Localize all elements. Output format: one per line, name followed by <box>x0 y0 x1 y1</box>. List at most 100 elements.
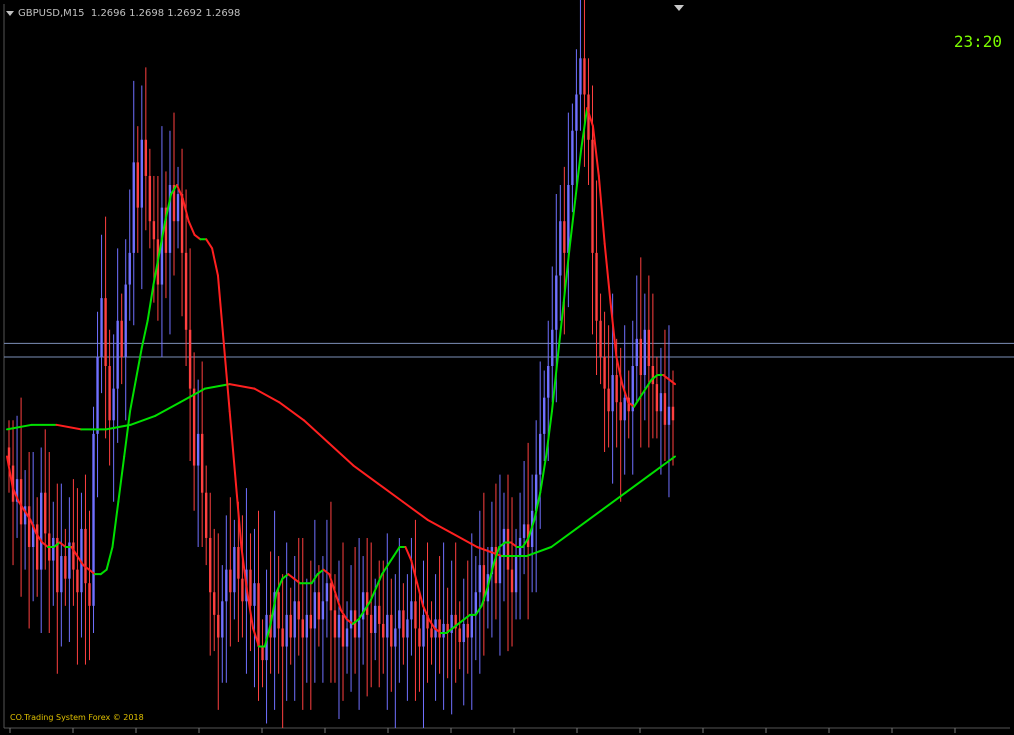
candle-body <box>64 556 67 579</box>
candlesticks <box>7 0 675 728</box>
candle-body <box>229 569 232 593</box>
candle-body <box>237 547 240 579</box>
candle-body <box>19 479 23 525</box>
candle-body <box>374 605 377 633</box>
candle-body <box>301 619 304 638</box>
candle-body <box>297 601 300 620</box>
ma-fast-segment <box>146 283 155 322</box>
candle-body <box>120 320 123 357</box>
candle-body <box>599 320 602 357</box>
candle-body <box>663 393 667 425</box>
candle-body <box>209 537 212 593</box>
ma-slow-segment <box>550 527 578 548</box>
ma-slow-segment <box>575 509 602 530</box>
candle-body <box>522 524 526 538</box>
candle-body <box>225 569 228 602</box>
ma-fast-segment <box>111 500 120 548</box>
candle-body <box>563 221 566 253</box>
candle-body <box>281 628 284 647</box>
candle-body <box>277 592 280 629</box>
candle-body <box>136 162 139 208</box>
candle-body <box>506 528 510 570</box>
ma-slow-segment <box>278 401 305 422</box>
ma-slow-segment <box>253 387 281 404</box>
candle-body <box>619 402 622 421</box>
ma-fast-segment <box>322 568 331 576</box>
moving-averages <box>6 107 676 648</box>
ma-slow-segment <box>154 401 182 417</box>
ma-fast-segment <box>603 242 612 304</box>
chart-window[interactable]: GBPUSD,M15 1.2696 1.2698 1.2692 1.2698 2… <box>0 0 1014 735</box>
candle-body <box>470 614 473 638</box>
candle-body <box>241 578 244 602</box>
candle-body <box>253 583 256 606</box>
ma-fast-segment <box>457 618 466 625</box>
candle-body <box>349 610 353 629</box>
ma-fast-segment <box>591 125 600 177</box>
candle-body <box>337 614 341 638</box>
candle-body <box>217 614 220 638</box>
ma-fast-segment <box>392 546 401 558</box>
dropdown-icon[interactable] <box>6 10 14 16</box>
chart-header: GBPUSD,M15 1.2696 1.2698 1.2692 1.2698 <box>6 8 240 19</box>
ma-slow-segment <box>426 518 454 535</box>
candle-body <box>635 338 638 366</box>
candle-body <box>341 614 345 647</box>
ma-fast-segment <box>216 274 225 345</box>
candle-body <box>333 610 337 638</box>
candle-body <box>321 601 325 620</box>
candle-body <box>249 569 252 606</box>
candle-body <box>188 329 192 389</box>
candle-body <box>402 610 405 638</box>
price-chart[interactable] <box>0 0 1014 735</box>
ma-slow-segment <box>352 464 380 485</box>
candle-body <box>27 506 31 547</box>
copyright-text: CO.Trading System Forex © 2018 <box>10 713 144 722</box>
candle-body <box>140 139 144 208</box>
chart-shift-icon[interactable] <box>674 5 684 11</box>
candle-body <box>611 375 614 412</box>
ma-fast-segment <box>193 233 202 241</box>
candle-body <box>647 329 651 366</box>
candle-body <box>659 393 663 412</box>
candle-body <box>52 537 55 561</box>
candle-body <box>547 366 550 398</box>
ma-fast-segment <box>117 455 126 503</box>
candle-body <box>233 547 236 593</box>
candle-body <box>671 406 675 421</box>
ma-fast-segment <box>205 238 214 250</box>
candle-body <box>176 194 180 222</box>
ma-slow-segment <box>327 441 355 467</box>
ma-slow-segment <box>55 423 83 431</box>
horizontal-lines <box>4 342 1014 358</box>
candle-body <box>571 130 574 185</box>
candle-body <box>148 175 152 222</box>
ma-fast-segment <box>386 555 395 567</box>
candle-body <box>104 298 107 366</box>
candle-body <box>543 397 546 434</box>
candle-body <box>667 406 671 425</box>
candle-body <box>369 614 373 633</box>
candle-body <box>615 375 618 403</box>
ma-fast-segment <box>281 573 290 580</box>
candle-body <box>651 366 655 385</box>
ma-fast-segment <box>597 174 606 245</box>
candle-body <box>386 614 389 638</box>
candle-body <box>305 614 308 638</box>
candle-body <box>603 356 606 389</box>
candle-body <box>132 162 135 253</box>
candle-body <box>510 569 514 593</box>
candle-body <box>84 528 87 584</box>
candle-body <box>124 284 127 357</box>
ma-slow-segment <box>302 419 330 444</box>
ma-slow-segment <box>377 482 404 503</box>
candle-body <box>116 320 119 389</box>
candle-body <box>474 592 478 615</box>
candle-body <box>639 338 642 376</box>
candle-body <box>96 356 99 434</box>
candle-body <box>643 329 647 376</box>
candle-body <box>213 592 216 615</box>
ma-fast-segment <box>275 577 284 594</box>
candle-body <box>514 556 518 593</box>
candle-body <box>309 614 313 629</box>
